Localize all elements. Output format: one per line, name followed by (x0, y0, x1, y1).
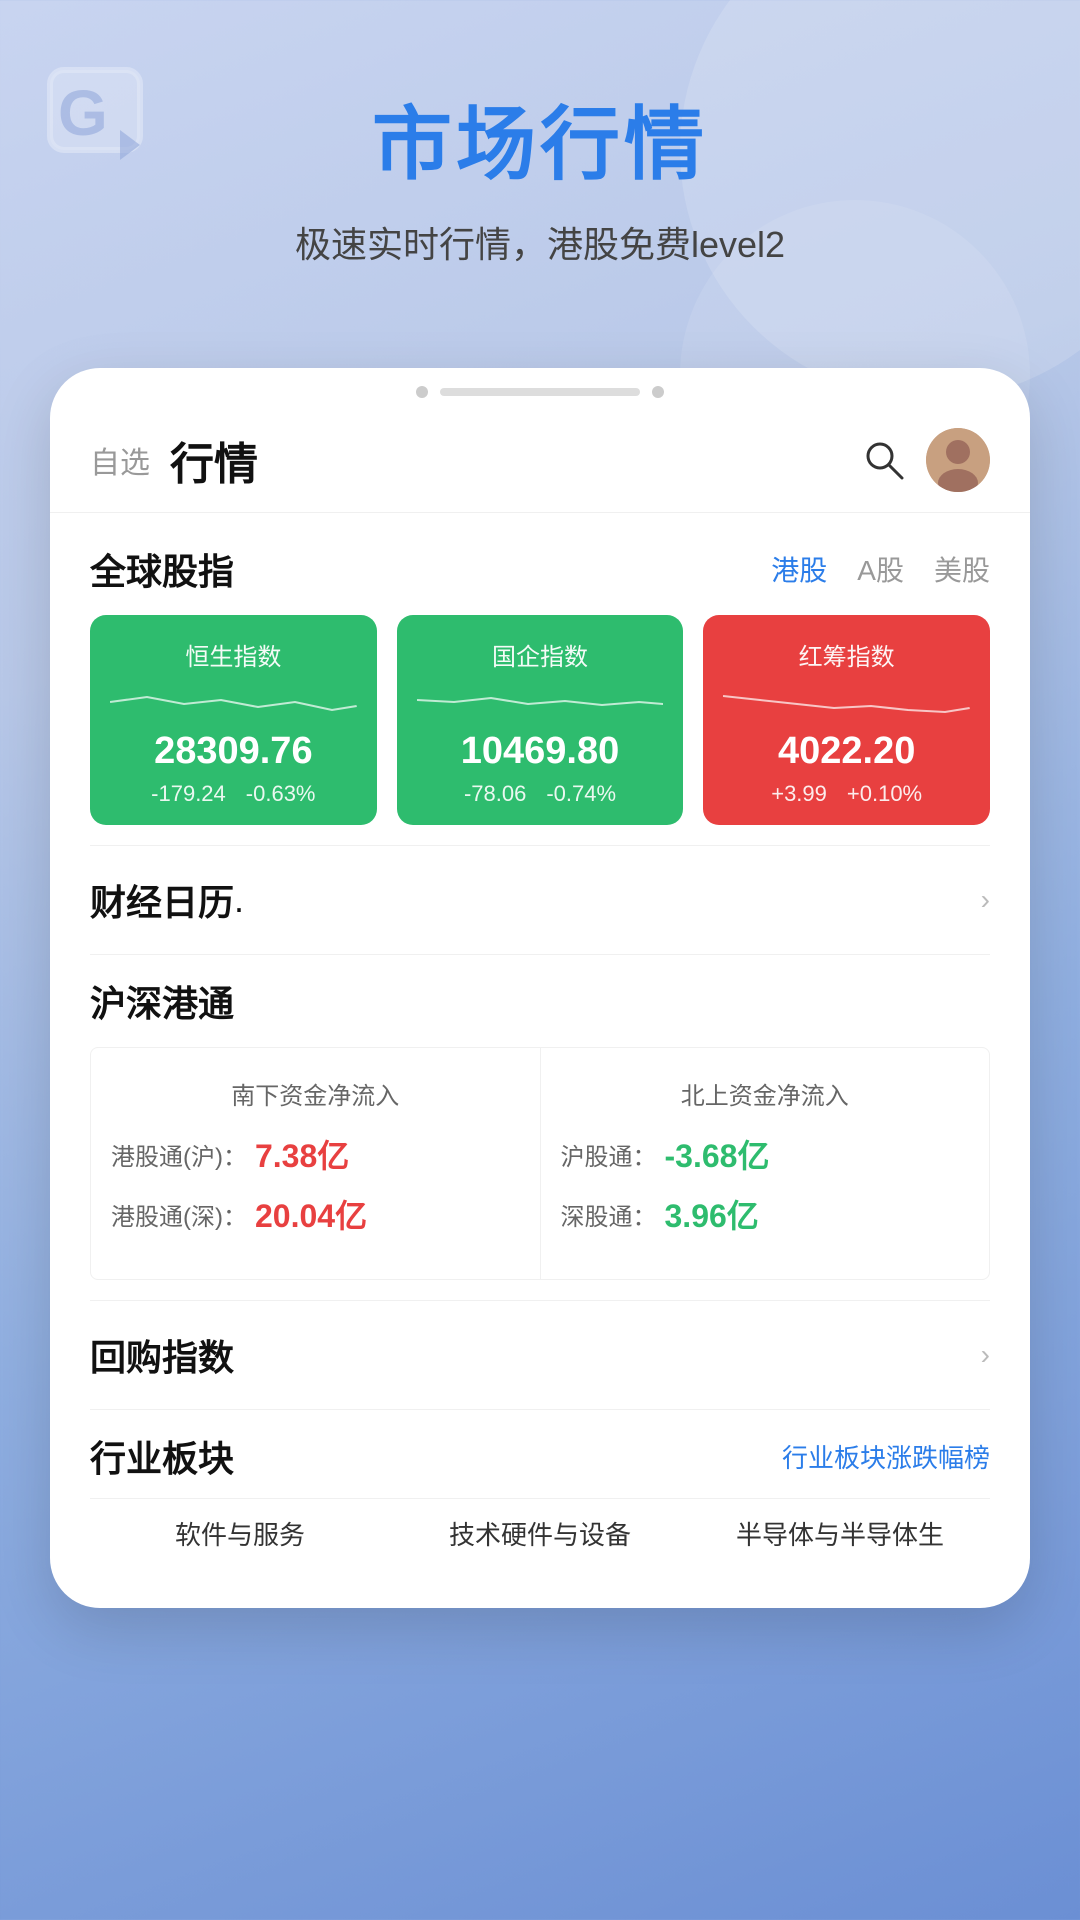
hsi-label: 恒生指数 (110, 637, 357, 672)
global-index-title: 全球股指 (90, 543, 771, 595)
south-row-2: 港股通(深)： 20.04亿 (111, 1191, 520, 1237)
svg-text:G: G (58, 77, 108, 149)
hscei-change2: -0.74% (546, 781, 616, 807)
phone-dot-right (652, 386, 664, 398)
hsi-value: 28309.76 (110, 730, 357, 773)
south-row-1: 港股通(沪)： 7.38亿 (111, 1131, 520, 1177)
rcii-value: 4022.20 (723, 730, 970, 773)
industry-link[interactable]: 行业板块涨跌幅榜 (782, 1438, 990, 1475)
hk-connect-title: 沪深港通 (90, 975, 990, 1027)
hscei-changes: -78.06 -0.74% (417, 781, 664, 807)
buyback-title: 回购指数 (90, 1329, 234, 1381)
south-flow-cell: 南下资金净流入 港股通(沪)： 7.38亿 港股通(深)： 20.04亿 (91, 1048, 541, 1279)
industry-item-1[interactable]: 软件与服务 (90, 1498, 390, 1568)
search-icon[interactable] (862, 438, 906, 482)
header-section: G 市场行情 极速实时行情，港股免费level2 (0, 0, 1080, 348)
phone-mockup: 自选 行情 全球股指 港股 A股 美股 (50, 368, 1030, 1608)
north-value-2: 3.96亿 (665, 1191, 759, 1237)
buyback-row[interactable]: 回购指数 › (50, 1301, 1030, 1409)
industry-section: 行业板块 行业板块涨跌幅榜 软件与服务 技术硬件与设备 半导体与半导体生 (50, 1410, 1030, 1578)
south-label-2: 港股通(深)： (111, 1197, 247, 1232)
north-row-1: 沪股通： -3.68亿 (561, 1131, 970, 1177)
rcii-chart (723, 682, 970, 722)
financial-calendar-dot: . (234, 879, 244, 921)
app-logo: G (40, 60, 160, 180)
hsi-change2: -0.63% (246, 781, 316, 807)
south-value-1: 7.38亿 (255, 1131, 349, 1177)
hk-connect-grid: 南下资金净流入 港股通(沪)： 7.38亿 港股通(深)： 20.04亿 北上资… (90, 1047, 990, 1280)
north-value-1: -3.68亿 (665, 1131, 770, 1177)
index-card-rcii[interactable]: 红筹指数 4022.20 +3.99 +0.10% (703, 615, 990, 825)
index-card-hscei[interactable]: 国企指数 10469.80 -78.06 -0.74% (397, 615, 684, 825)
financial-calendar-title: 财经日历 (90, 874, 234, 926)
hscei-value: 10469.80 (417, 730, 664, 773)
tab-a-stocks[interactable]: A股 (857, 549, 904, 589)
north-row-2: 深股通： 3.96亿 (561, 1191, 970, 1237)
industry-header: 行业板块 行业板块涨跌幅榜 (90, 1430, 990, 1482)
north-label-2: 深股通： (561, 1197, 657, 1232)
page-title: 市场行情 (60, 80, 1020, 196)
rcii-label: 红筹指数 (723, 637, 970, 672)
rcii-change2: +0.10% (847, 781, 922, 807)
rcii-change1: +3.99 (771, 781, 827, 807)
phone-indicator-bar (440, 388, 640, 396)
rcii-changes: +3.99 +0.10% (723, 781, 970, 807)
financial-calendar-row[interactable]: 财经日历 . › (50, 846, 1030, 954)
index-cards: 恒生指数 28309.76 -179.24 -0.63% 国企指数 (90, 615, 990, 825)
nav-main-title: 行情 (170, 428, 258, 492)
industry-title: 行业板块 (90, 1430, 782, 1482)
hscei-change1: -78.06 (464, 781, 526, 807)
buyback-chevron-icon: › (981, 1339, 990, 1371)
south-flow-title: 南下资金净流入 (111, 1076, 520, 1111)
north-flow-title: 北上资金净流入 (561, 1076, 970, 1111)
hsi-changes: -179.24 -0.63% (110, 781, 357, 807)
south-value-2: 20.04亿 (255, 1191, 367, 1237)
hscei-label: 国企指数 (417, 637, 664, 672)
nav-secondary-title[interactable]: 自选 (90, 438, 150, 482)
hsi-change1: -179.24 (151, 781, 226, 807)
avatar[interactable] (926, 428, 990, 492)
global-index-header: 全球股指 港股 A股 美股 (90, 543, 990, 595)
industry-items-row: 软件与服务 技术硬件与设备 半导体与半导体生 (90, 1498, 990, 1568)
tab-us-stocks[interactable]: 美股 (934, 549, 990, 589)
page-subtitle: 极速实时行情，港股免费level2 (60, 216, 1020, 268)
industry-item-3[interactable]: 半导体与半导体生 (690, 1498, 990, 1568)
nav-bar: 自选 行情 (50, 408, 1030, 513)
hscei-chart (417, 682, 664, 722)
index-card-hsi[interactable]: 恒生指数 28309.76 -179.24 -0.63% (90, 615, 377, 825)
tab-hk-stocks[interactable]: 港股 (771, 549, 827, 589)
north-label-1: 沪股通： (561, 1137, 657, 1172)
south-label-1: 港股通(沪)： (111, 1137, 247, 1172)
phone-top-bar (50, 368, 1030, 408)
chevron-right-icon: › (981, 884, 990, 916)
industry-item-2[interactable]: 技术硬件与设备 (390, 1498, 690, 1568)
phone-dot-left (416, 386, 428, 398)
global-index-tabs: 港股 A股 美股 (771, 549, 990, 589)
hk-connect-section: 沪深港通 南下资金净流入 港股通(沪)： 7.38亿 港股通(深)： 20.04… (50, 955, 1030, 1300)
global-index-section: 全球股指 港股 A股 美股 恒生指数 28309.76 -179.24 (50, 513, 1030, 845)
north-flow-cell: 北上资金净流入 沪股通： -3.68亿 深股通： 3.96亿 (541, 1048, 990, 1279)
hsi-chart (110, 682, 357, 722)
